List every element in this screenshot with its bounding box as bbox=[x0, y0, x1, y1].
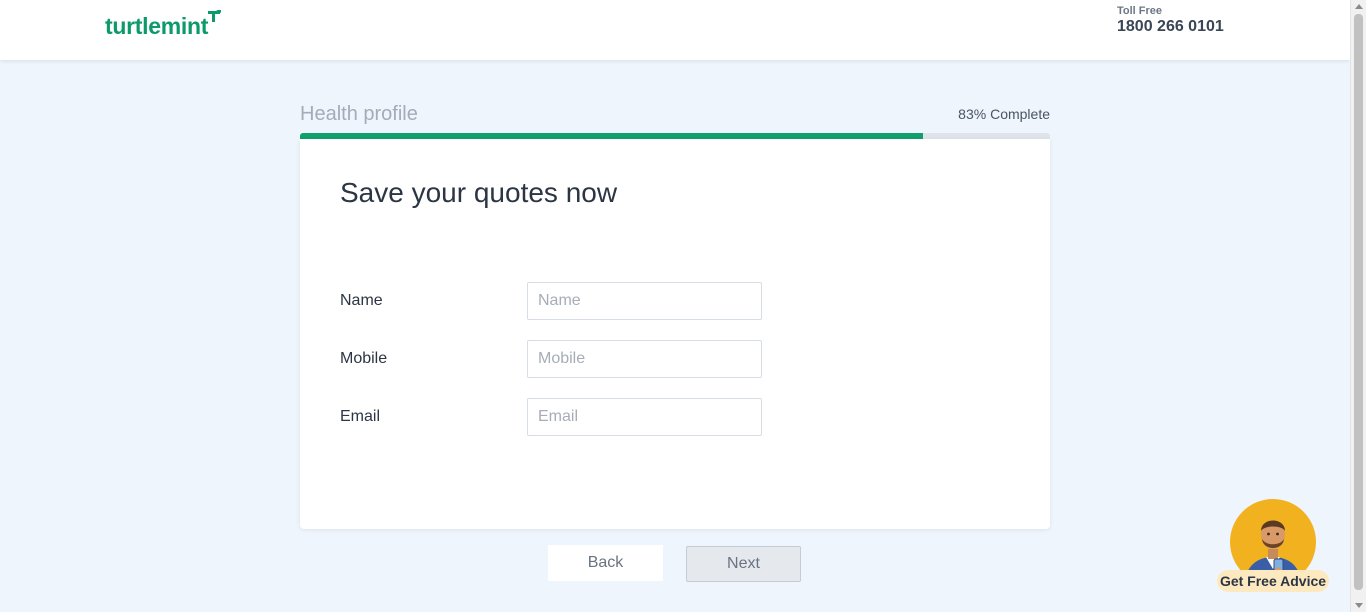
mobile-input[interactable] bbox=[527, 340, 762, 378]
scroll-thumb[interactable] bbox=[1354, 14, 1363, 590]
toll-free-block: Toll Free 1800 266 0101 bbox=[1117, 5, 1224, 36]
top-header: turtlemint Toll Free 1800 266 0101 bbox=[0, 0, 1350, 60]
toll-free-label: Toll Free bbox=[1117, 5, 1163, 17]
section-title: Health profile bbox=[300, 103, 418, 125]
name-input[interactable] bbox=[527, 282, 762, 320]
turtlemint-logo[interactable]: turtlemint bbox=[105, 10, 224, 42]
logo-mark-icon bbox=[208, 10, 222, 22]
email-field-row: Email bbox=[340, 398, 780, 436]
email-input[interactable] bbox=[527, 398, 762, 436]
next-button[interactable]: Next bbox=[686, 546, 801, 582]
logo-text: turtlemint bbox=[105, 13, 209, 39]
back-button[interactable]: Back bbox=[548, 545, 663, 581]
mobile-field-row: Mobile bbox=[340, 340, 780, 378]
scroll-up-arrow-icon[interactable] bbox=[1355, 4, 1363, 9]
quote-form-card: Save your quotes now Name Mobile Email bbox=[300, 139, 1050, 529]
form-title: Save your quotes now bbox=[340, 177, 618, 208]
toll-free-number[interactable]: 1800 266 0101 bbox=[1117, 18, 1224, 36]
scroll-down-arrow-icon[interactable] bbox=[1355, 603, 1363, 608]
get-free-advice-widget[interactable]: Get Free Advice bbox=[1217, 482, 1329, 594]
email-label: Email bbox=[340, 408, 381, 425]
name-label: Name bbox=[340, 292, 383, 309]
vertical-scrollbar[interactable] bbox=[1350, 0, 1366, 612]
name-field-row: Name bbox=[340, 282, 780, 320]
get-free-advice-label[interactable]: Get Free Advice bbox=[1217, 570, 1329, 592]
progress-percent-label: 83% Complete bbox=[958, 106, 1050, 122]
mobile-label: Mobile bbox=[340, 350, 388, 367]
